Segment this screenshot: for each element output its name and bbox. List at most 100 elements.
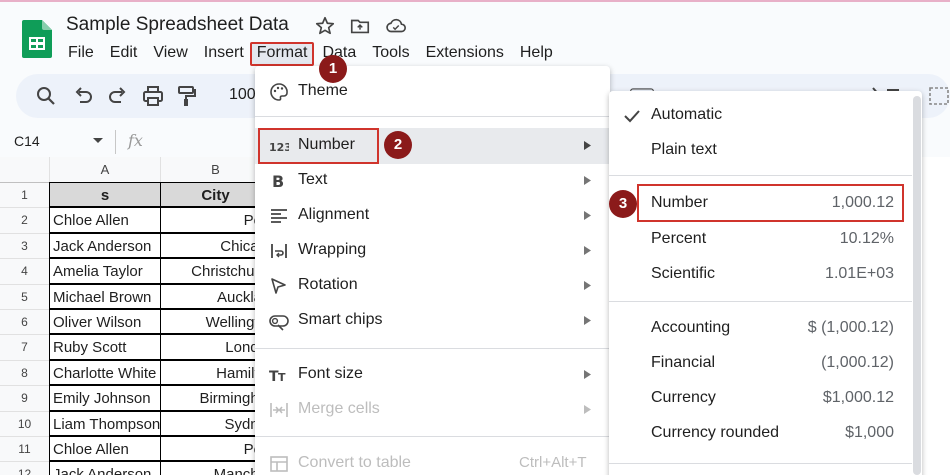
star-icon[interactable]	[314, 15, 336, 37]
table-icon	[270, 456, 288, 472]
name-cell[interactable]: Chloe Allen	[49, 436, 161, 462]
name-cell[interactable]: Chloe Allen	[49, 207, 161, 233]
row-header[interactable]: 10	[0, 411, 50, 437]
format-menu-item-wrapping[interactable]: Wrapping	[255, 233, 610, 269]
menu-tools[interactable]: Tools	[364, 42, 417, 66]
svg-text:T: T	[278, 371, 286, 384]
row-header[interactable]: 11	[0, 437, 50, 463]
menu-divider	[609, 301, 912, 302]
name-cell[interactable]: Amelia Taylor	[49, 258, 161, 284]
number-format-plain-text[interactable]: Plain text	[609, 133, 922, 168]
name-cell[interactable]: Ruby Scott	[49, 334, 161, 360]
merge-cells-icon	[270, 403, 288, 417]
format-menu-label: Rotation	[298, 276, 358, 293]
number-format-currency-rounded[interactable]: Currency rounded $1,000	[609, 416, 922, 451]
name-cell[interactable]: Oliver Wilson	[49, 309, 161, 335]
number-format-example: 1.01E+03	[825, 265, 894, 282]
format-menu-item-font-size[interactable]: TT Font size	[255, 357, 610, 393]
select-all-corner[interactable]	[0, 157, 50, 183]
undo-icon[interactable]	[71, 84, 95, 108]
submenu-arrow-icon	[584, 405, 591, 414]
number-format-percent[interactable]: Percent 10.12%	[609, 222, 922, 257]
row-header[interactable]: 8	[0, 360, 50, 387]
number-format-accounting[interactable]: Accounting $ (1,000.12)	[609, 311, 922, 346]
format-menu-item-alignment[interactable]: Alignment	[255, 198, 610, 234]
row-header[interactable]: 12	[0, 462, 50, 475]
format-menu-label: Wrapping	[298, 241, 367, 258]
number-format-automatic[interactable]: Automatic	[609, 98, 922, 133]
format-menu-label: Merge cells	[298, 400, 380, 417]
number-highlight-box	[258, 128, 379, 164]
menu-view[interactable]: View	[145, 42, 195, 66]
number-format-label: Accounting	[651, 319, 731, 336]
format-menu-item-rotation[interactable]: Rotation	[255, 268, 610, 304]
merge-toolbar-icon[interactable]	[928, 84, 950, 108]
number-format-scientific[interactable]: Scientific 1.01E+03	[609, 257, 922, 292]
wrap-text-icon	[271, 244, 287, 258]
number-format-example: $1,000.12	[822, 389, 894, 406]
row-header[interactable]: 4	[0, 259, 50, 285]
cloud-saved-icon[interactable]	[385, 15, 407, 37]
menu-extensions[interactable]: Extensions	[418, 42, 512, 66]
document-title[interactable]: Sample Spreadsheet Data	[66, 14, 289, 36]
column-header-a[interactable]: A	[50, 157, 161, 183]
format-menu-item-smart-chips[interactable]: Smart chips	[255, 303, 610, 339]
move-folder-icon[interactable]	[349, 15, 371, 37]
menu-insert[interactable]: Insert	[196, 42, 252, 66]
submenu-arrow-icon	[584, 246, 591, 255]
print-icon[interactable]	[141, 84, 165, 108]
submenu-arrow-icon	[584, 141, 591, 150]
menu-format[interactable]: Format	[249, 42, 315, 66]
sheets-logo-icon[interactable]	[22, 20, 52, 58]
bold-b-icon: B	[272, 172, 284, 191]
name-box[interactable]: C14	[14, 133, 40, 149]
format-menu-item-merge-cells[interactable]: Merge cells	[255, 392, 610, 428]
format-menu-label: Font size	[298, 365, 363, 382]
menu-edit[interactable]: Edit	[102, 42, 146, 66]
header-cell[interactable]: s	[49, 182, 161, 208]
row-header[interactable]: 9	[0, 386, 50, 412]
format-menu-label: Smart chips	[298, 311, 383, 328]
row-header[interactable]: 5	[0, 284, 50, 310]
paint-format-icon[interactable]	[174, 84, 198, 108]
number-format-label: Financial	[651, 354, 716, 371]
name-cell[interactable]: Charlotte White	[49, 359, 161, 386]
number-format-example: $ (1,000.12)	[807, 319, 894, 336]
row-header[interactable]: 1	[0, 183, 50, 209]
menu-divider	[255, 116, 610, 117]
menu-divider	[255, 436, 610, 437]
top-accent-line	[0, 0, 950, 2]
number-format-financial[interactable]: Financial (1,000.12)	[609, 346, 922, 381]
menu-file[interactable]: File	[60, 42, 102, 66]
number-format-highlight-box	[637, 184, 904, 222]
row-header[interactable]: 3	[0, 233, 50, 260]
name-box-dropdown-icon[interactable]	[92, 137, 104, 145]
fx-icon: fx	[128, 131, 143, 150]
name-cell[interactable]: Michael Brown	[49, 283, 161, 309]
redo-icon[interactable]	[106, 84, 130, 108]
submenu-scrollbar[interactable]	[913, 96, 921, 475]
search-icon[interactable]	[34, 84, 58, 108]
submenu-arrow-icon	[584, 176, 591, 185]
checkmark-icon	[624, 110, 640, 123]
name-cell[interactable]: Liam Thompson	[49, 410, 161, 436]
font-size-icon: TT	[269, 369, 286, 385]
number-format-example: $1,000	[845, 424, 894, 441]
name-cell[interactable]: Jack Anderson	[49, 232, 161, 259]
number-format-currency[interactable]: Currency $1,000.12	[609, 381, 922, 416]
svg-text:B: B	[272, 172, 284, 191]
menu-help[interactable]: Help	[512, 42, 561, 66]
menu-divider	[609, 175, 912, 176]
number-format-label: Percent	[651, 230, 707, 247]
text-rotation-icon	[271, 278, 286, 294]
row-header[interactable]: 2	[0, 208, 50, 234]
format-menu-item-text[interactable]: B Text	[255, 163, 610, 199]
format-menu-item-convert-to-table[interactable]: Convert to table Ctrl+Alt+T	[255, 446, 610, 475]
format-menu-label: Theme	[298, 82, 348, 99]
row-header[interactable]: 6	[0, 310, 50, 336]
menu-divider	[609, 463, 912, 464]
name-cell[interactable]: Jack Anderson	[49, 461, 161, 475]
format-menu-item-theme[interactable]: Theme	[255, 74, 610, 110]
row-header[interactable]: 7	[0, 335, 50, 361]
name-cell[interactable]: Emily Johnson	[49, 385, 161, 411]
